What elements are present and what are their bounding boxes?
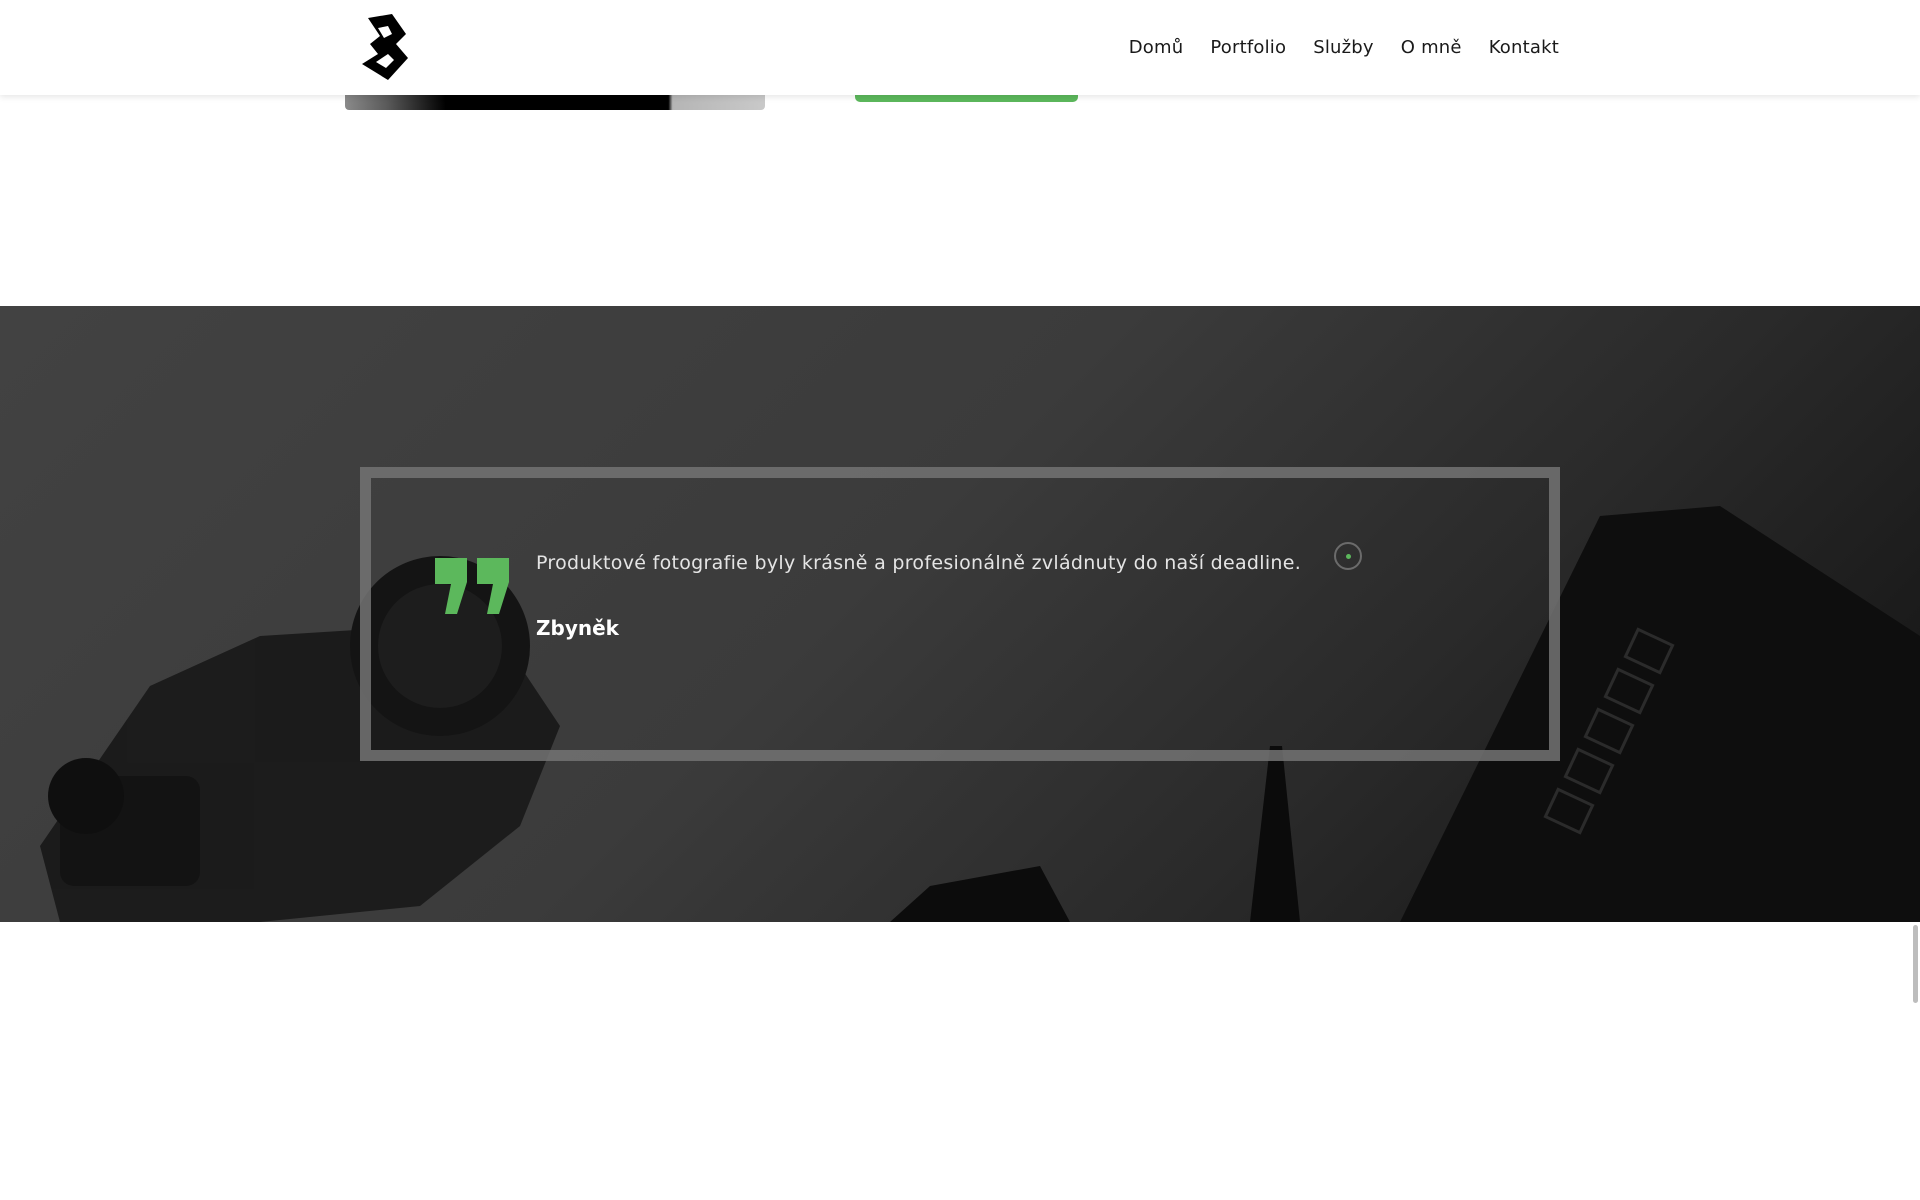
testimonial-quote: Produktové fotografie byly krásně a prof… — [536, 552, 1302, 574]
logo-icon[interactable] — [358, 14, 416, 80]
testimonial-author: Zbyněk — [536, 616, 619, 640]
testimonial-section: Produktové fotografie byly krásně a prof… — [0, 306, 1920, 922]
nav-item-portfolio[interactable]: Portfolio — [1210, 37, 1286, 58]
site-header: Domů Portfolio Služby O mně Kontakt — [0, 0, 1920, 95]
main-nav: Domů Portfolio Služby O mně Kontakt — [1129, 0, 1559, 95]
nav-item-kontakt[interactable]: Kontakt — [1489, 37, 1559, 58]
testimonial-card: Produktové fotografie byly krásně a prof… — [360, 467, 1560, 761]
nav-item-o-mne[interactable]: O mně — [1401, 37, 1462, 58]
scrollbar-thumb[interactable] — [1913, 925, 1918, 1003]
nav-item-sluzby[interactable]: Služby — [1313, 37, 1374, 58]
quote-icon — [435, 558, 509, 614]
nav-item-domu[interactable]: Domů — [1129, 37, 1184, 58]
slider-dot-icon[interactable] — [1334, 542, 1362, 570]
